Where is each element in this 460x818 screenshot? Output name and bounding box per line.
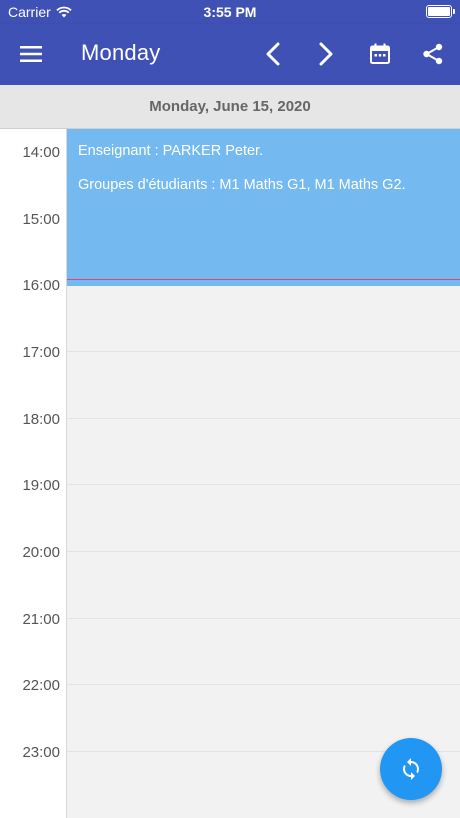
event-teacher: Enseignant : PARKER Peter. [78, 143, 264, 159]
refresh-icon [403, 758, 419, 780]
battery-icon [426, 5, 455, 18]
hour-label: 17:00 [22, 344, 60, 361]
chevron-right-icon [319, 42, 333, 66]
page-title: Monday [81, 40, 161, 65]
next-day-button[interactable] [310, 38, 342, 70]
event-groups: Groupes d'étudiants : M1 Maths G1, M1 Ma… [78, 177, 406, 193]
hour-gridline [67, 684, 460, 685]
menu-button[interactable] [15, 38, 47, 70]
chevron-left-icon [266, 42, 280, 66]
day-timeline[interactable]: 14:00 15:00 16:00 17:00 18:00 19:00 20:0… [0, 129, 460, 818]
hour-gridline [67, 618, 460, 619]
date-header: Monday, June 15, 2020 [0, 85, 460, 129]
hour-label: 21:00 [22, 611, 60, 628]
hour-gridline [67, 484, 460, 485]
hour-label: 19:00 [22, 477, 60, 494]
status-time: 3:55 PM [203, 4, 257, 20]
hour-label: 15:00 [22, 211, 60, 228]
day-column[interactable]: Enseignant : PARKER Peter. Groupes d'étu… [67, 129, 460, 818]
hour-column: 14:00 15:00 16:00 17:00 18:00 19:00 20:0… [0, 129, 67, 818]
calendar-icon [370, 43, 390, 64]
hour-label: 14:00 [22, 144, 60, 161]
previous-day-button[interactable] [257, 38, 289, 70]
current-time-indicator [67, 279, 460, 280]
hour-label: 18:00 [22, 411, 60, 428]
share-icon [423, 43, 443, 65]
status-bar: Carrier 3:55 PM [0, 0, 460, 24]
hour-label: 16:00 [22, 277, 60, 294]
refresh-button[interactable] [380, 738, 442, 800]
hour-label: 23:00 [22, 744, 60, 761]
hour-gridline [67, 418, 460, 419]
share-button[interactable] [417, 38, 449, 70]
hour-label: 22:00 [22, 677, 60, 694]
app-bar: Monday [0, 24, 460, 85]
calendar-event[interactable]: Enseignant : PARKER Peter. Groupes d'étu… [67, 129, 460, 286]
hour-gridline [67, 351, 460, 352]
menu-icon [20, 46, 42, 62]
hour-gridline [67, 551, 460, 552]
hour-label: 20:00 [22, 544, 60, 561]
calendar-button[interactable] [364, 38, 396, 70]
